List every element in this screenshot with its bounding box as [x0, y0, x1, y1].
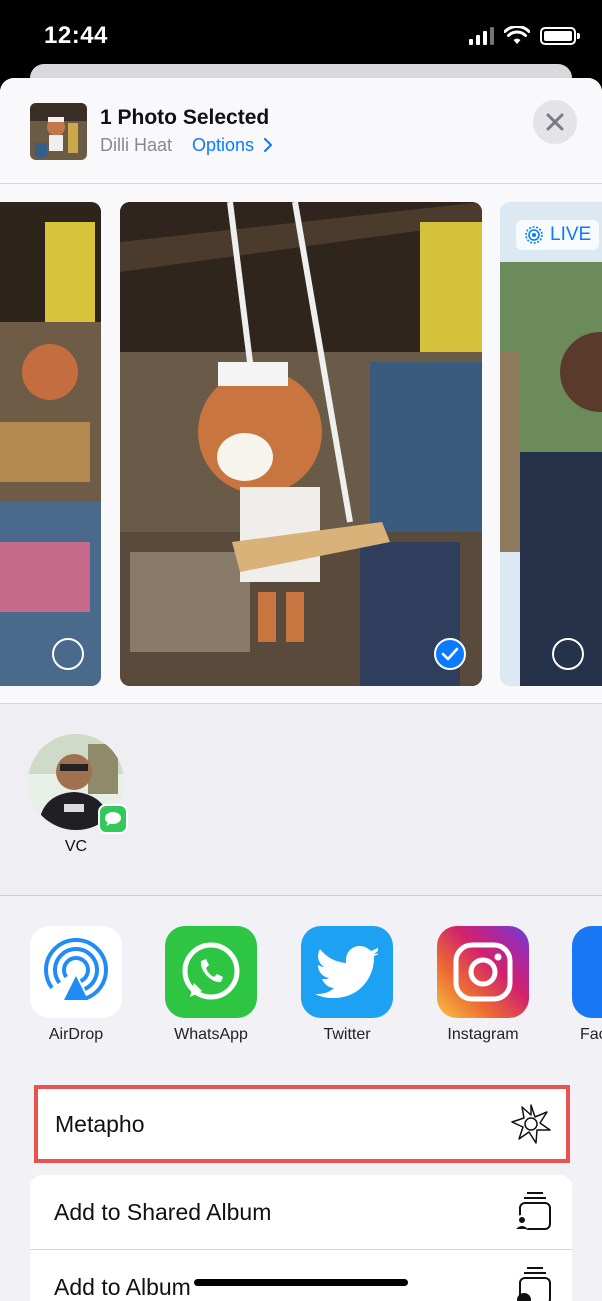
whatsapp-icon	[165, 926, 257, 1018]
app-label: WhatsApp	[174, 1026, 248, 1043]
status-icons	[469, 26, 580, 46]
instagram-icon	[437, 926, 529, 1018]
photo-left-select-circle[interactable]	[52, 638, 84, 670]
photo-right[interactable]: LIVE	[500, 202, 602, 686]
action-add-to-album[interactable]: Add to Album	[30, 1250, 572, 1301]
photo-selected[interactable]	[120, 202, 482, 686]
photo-right-select-circle[interactable]	[552, 638, 584, 670]
app-whatsapp[interactable]: WhatsApp	[165, 926, 257, 1044]
app-label: Twitter	[323, 1026, 371, 1043]
photo-left[interactable]	[0, 202, 101, 686]
share-title: 1 Photo Selected	[100, 106, 270, 129]
app-label: Fac	[580, 1026, 602, 1043]
home-indicator[interactable]	[194, 1279, 408, 1286]
options-label: Options	[192, 135, 255, 155]
photo-location: Dilli Haat	[100, 135, 173, 155]
photo-carousel[interactable]: LIVE	[0, 184, 602, 704]
action-label: Add to Album	[54, 1274, 191, 1300]
live-photo-badge: LIVE	[516, 220, 600, 250]
app-label: Instagram	[447, 1026, 519, 1043]
contact-name: VC	[64, 838, 88, 855]
chevron-right-icon	[264, 138, 273, 152]
action-label: Add to Shared Album	[54, 1199, 272, 1225]
action-add-to-shared-album[interactable]: Add to Shared Album	[30, 1175, 572, 1249]
add-album-icon	[517, 1267, 551, 1301]
shared-album-icon	[514, 1192, 551, 1231]
close-button[interactable]	[533, 100, 577, 144]
photo-selected-checkmark[interactable]	[434, 638, 466, 670]
app-instagram[interactable]: Instagram	[437, 926, 529, 1044]
action-metapho[interactable]: Metapho	[34, 1085, 570, 1163]
status-bar: 12:44	[0, 0, 602, 70]
app-twitter[interactable]: Twitter	[301, 926, 393, 1044]
app-facebook[interactable]: Fac	[572, 926, 602, 1044]
metapho-icon	[511, 1104, 551, 1144]
app-share-row: AirDrop WhatsApp Twitter Instagram Fa	[0, 896, 602, 1076]
selected-photo-thumbnail	[30, 103, 87, 160]
app-label: AirDrop	[48, 1026, 104, 1043]
airdrop-icon	[30, 926, 122, 1018]
wifi-icon	[504, 26, 530, 44]
checkmark-icon	[441, 647, 459, 661]
live-photo-icon	[525, 226, 543, 244]
close-icon	[546, 113, 564, 131]
facebook-icon	[572, 926, 602, 1018]
status-time: 12:44	[44, 22, 108, 49]
twitter-icon	[301, 926, 393, 1018]
live-badge-label: LIVE	[550, 224, 592, 245]
cellular-signal-icon	[469, 27, 494, 45]
share-sheet: 1 Photo Selected Dilli Haat Options LIVE…	[0, 78, 602, 1301]
share-sheet-header: 1 Photo Selected Dilli Haat Options	[0, 78, 602, 184]
action-label: Metapho	[55, 1111, 145, 1137]
app-airdrop[interactable]: AirDrop	[30, 926, 122, 1044]
battery-icon	[540, 27, 580, 45]
options-link[interactable]: Options	[192, 135, 273, 156]
contact-suggestions: VC	[0, 704, 602, 896]
messages-badge-icon	[98, 804, 128, 834]
